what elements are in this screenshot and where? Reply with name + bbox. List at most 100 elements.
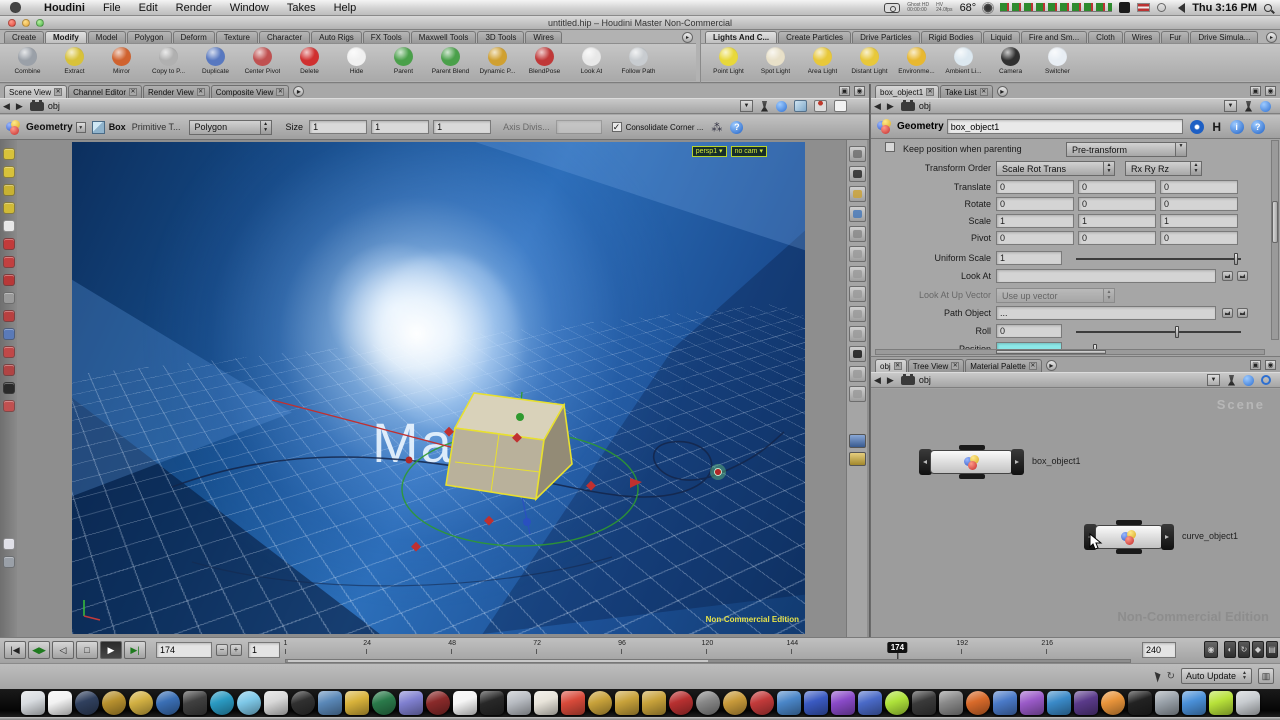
dock-app-28-icon[interactable] (750, 691, 774, 715)
dock-app-22-icon[interactable] (588, 691, 612, 715)
left-toolbar-tool-2-icon[interactable] (3, 166, 15, 178)
help-icon[interactable]: ? (730, 121, 743, 134)
shelf-tool-area-light[interactable]: Area Light (799, 45, 846, 81)
shelf-tab-rigid-bodies[interactable]: Rigid Bodies (921, 31, 982, 43)
character-filter-icon[interactable] (814, 100, 827, 112)
shelf-tab-model[interactable]: Model (88, 31, 126, 43)
roll-slider[interactable] (1076, 331, 1241, 333)
dock-app-4-icon[interactable] (102, 691, 126, 715)
shelf-tab-auto-rigs[interactable]: Auto Rigs (311, 31, 362, 43)
pane-split-icon[interactable]: ◉ (854, 86, 865, 96)
display-option-9-icon[interactable] (849, 306, 866, 322)
primitive-mode-select[interactable]: Polygon (189, 120, 261, 135)
size-z-field[interactable] (433, 120, 491, 134)
input-language-flag-icon[interactable] (1137, 3, 1150, 12)
menubar-clock[interactable]: Thu 3:16 PM (1192, 2, 1257, 14)
stop-button[interactable]: □ (76, 641, 98, 659)
dock-app-39-icon[interactable] (1047, 691, 1071, 715)
node-name-field[interactable] (947, 119, 1183, 134)
shelf-tool-blendpose[interactable]: BlendPose (521, 45, 568, 81)
rotate-order-select[interactable]: Rx Ry Rz (1125, 161, 1191, 176)
shelf-tool-switcher[interactable]: Switcher (1034, 45, 1081, 81)
display-option-1-icon[interactable] (849, 146, 866, 162)
shelf-tool-parent-blend[interactable]: Parent Blend (427, 45, 474, 81)
shelf-tool-spot-light[interactable]: Spot Light (752, 45, 799, 81)
close-icon[interactable]: ✕ (54, 88, 62, 96)
back-icon[interactable]: ◀ (871, 101, 884, 112)
pane-split-icon[interactable]: ◉ (1265, 86, 1276, 96)
node-flag-right[interactable] (1011, 449, 1024, 475)
network-new-tab-icon[interactable]: ▸ (1046, 360, 1057, 371)
menu-window[interactable]: Window (221, 2, 278, 14)
spotlight-icon[interactable] (1264, 4, 1272, 12)
dock-app-25-icon[interactable] (669, 691, 693, 715)
forward-icon[interactable]: ▶ (13, 101, 26, 112)
shelf-tab-fire-and-sm[interactable]: Fire and Sm... (1021, 31, 1087, 43)
left-toolbar-tool-16-icon[interactable] (3, 538, 15, 550)
shelf-tool-parent[interactable]: Parent (380, 45, 427, 81)
range-loop-button[interactable]: ◀▶ (28, 641, 50, 659)
dock-app-13-icon[interactable] (345, 691, 369, 715)
shelf-tab-liquid[interactable]: Liquid (983, 31, 1020, 43)
camera-select-badge[interactable]: no cam ▾ (731, 146, 767, 157)
shelf-tab-drive-particles[interactable]: Drive Particles (852, 31, 920, 43)
dock-app-12-icon[interactable] (318, 691, 342, 715)
dock-app-3-icon[interactable] (75, 691, 99, 715)
xform-order-select[interactable]: Scale Rot Trans (996, 161, 1104, 176)
houdini-h-icon[interactable]: H (1211, 120, 1223, 134)
dock-app-36-icon[interactable] (966, 691, 990, 715)
dock-app-6-icon[interactable] (156, 691, 180, 715)
menu-extra-icon[interactable] (1119, 2, 1130, 13)
dock-app-40-icon[interactable] (1074, 691, 1098, 715)
dock-app-24-icon[interactable] (642, 691, 666, 715)
dock-app-46-icon[interactable] (1236, 691, 1260, 715)
display-option-5-icon[interactable] (849, 226, 866, 242)
close-icon[interactable]: ✕ (894, 362, 902, 370)
scale-y-field[interactable] (1078, 214, 1156, 228)
shelf-tool-dynamic-p[interactable]: Dynamic P... (474, 45, 521, 81)
dock-app-1-icon[interactable] (21, 691, 45, 715)
viewport-name-badge[interactable]: persp1 ▾ (692, 146, 727, 157)
scene-tab-scene-view[interactable]: Scene View✕ (4, 85, 67, 98)
shelf-overflow-button-right[interactable]: ▸ (1266, 32, 1277, 43)
pane-split-icon[interactable]: ◉ (1265, 360, 1276, 370)
left-toolbar-tool-6-icon[interactable] (3, 238, 15, 250)
left-toolbar-tool-15-icon[interactable] (3, 400, 15, 412)
path-dropdown-icon[interactable]: ▼ (1224, 100, 1237, 112)
dock-app-37-icon[interactable] (993, 691, 1017, 715)
timeline-ruler[interactable]: 174 124487296120144192216 (285, 640, 1131, 658)
playbar-options-button[interactable]: ▤ (1266, 641, 1278, 658)
dock-app-20-icon[interactable] (534, 691, 558, 715)
shelf-tool-distant-light[interactable]: Distant Light (846, 45, 893, 81)
path-object-field[interactable] (996, 306, 1216, 320)
pane-maximize-icon[interactable]: ▣ (839, 86, 850, 96)
left-toolbar-tool-13-icon[interactable] (3, 364, 15, 376)
dock-app-15-icon[interactable] (399, 691, 423, 715)
dock-app-2-icon[interactable] (48, 691, 72, 715)
jump-end-button[interactable]: ▶| (124, 641, 146, 659)
rotate-order-stepper[interactable]: ▲▼ (1191, 161, 1202, 176)
dock-app-44-icon[interactable] (1182, 691, 1206, 715)
pin-pane-icon[interactable] (1227, 375, 1236, 386)
display-option-10-icon[interactable] (849, 326, 866, 342)
dock-app-8-icon[interactable] (210, 691, 234, 715)
dock-app-32-icon[interactable] (858, 691, 882, 715)
shelf-tool-hide[interactable]: Hide (333, 45, 380, 81)
translate-y-field[interactable] (1078, 180, 1156, 194)
network-search-icon[interactable] (1261, 375, 1271, 385)
play-button[interactable]: ▶ (100, 641, 122, 659)
mode-stepper-icon[interactable]: ▲▼ (261, 120, 272, 135)
dock-app-42-icon[interactable] (1128, 691, 1152, 715)
shelf-overflow-button[interactable]: ▸ (682, 32, 693, 43)
shelf-tool-combine[interactable]: Combine (4, 45, 51, 81)
close-icon[interactable]: ✕ (980, 88, 988, 96)
shelf-tab-maxwell-tools[interactable]: Maxwell Tools (411, 31, 477, 43)
display-option-6-icon[interactable] (849, 246, 866, 262)
shelf-tab-create[interactable]: Create (4, 31, 44, 43)
display-option-2-icon[interactable] (849, 166, 866, 182)
shelf-tool-ambient-li[interactable]: Ambient Li... (940, 45, 987, 81)
info-icon[interactable]: i (1230, 120, 1244, 134)
display-option-11-icon[interactable] (849, 346, 866, 362)
dock-app-33-icon[interactable] (885, 691, 909, 715)
node-body[interactable] (930, 450, 1013, 474)
